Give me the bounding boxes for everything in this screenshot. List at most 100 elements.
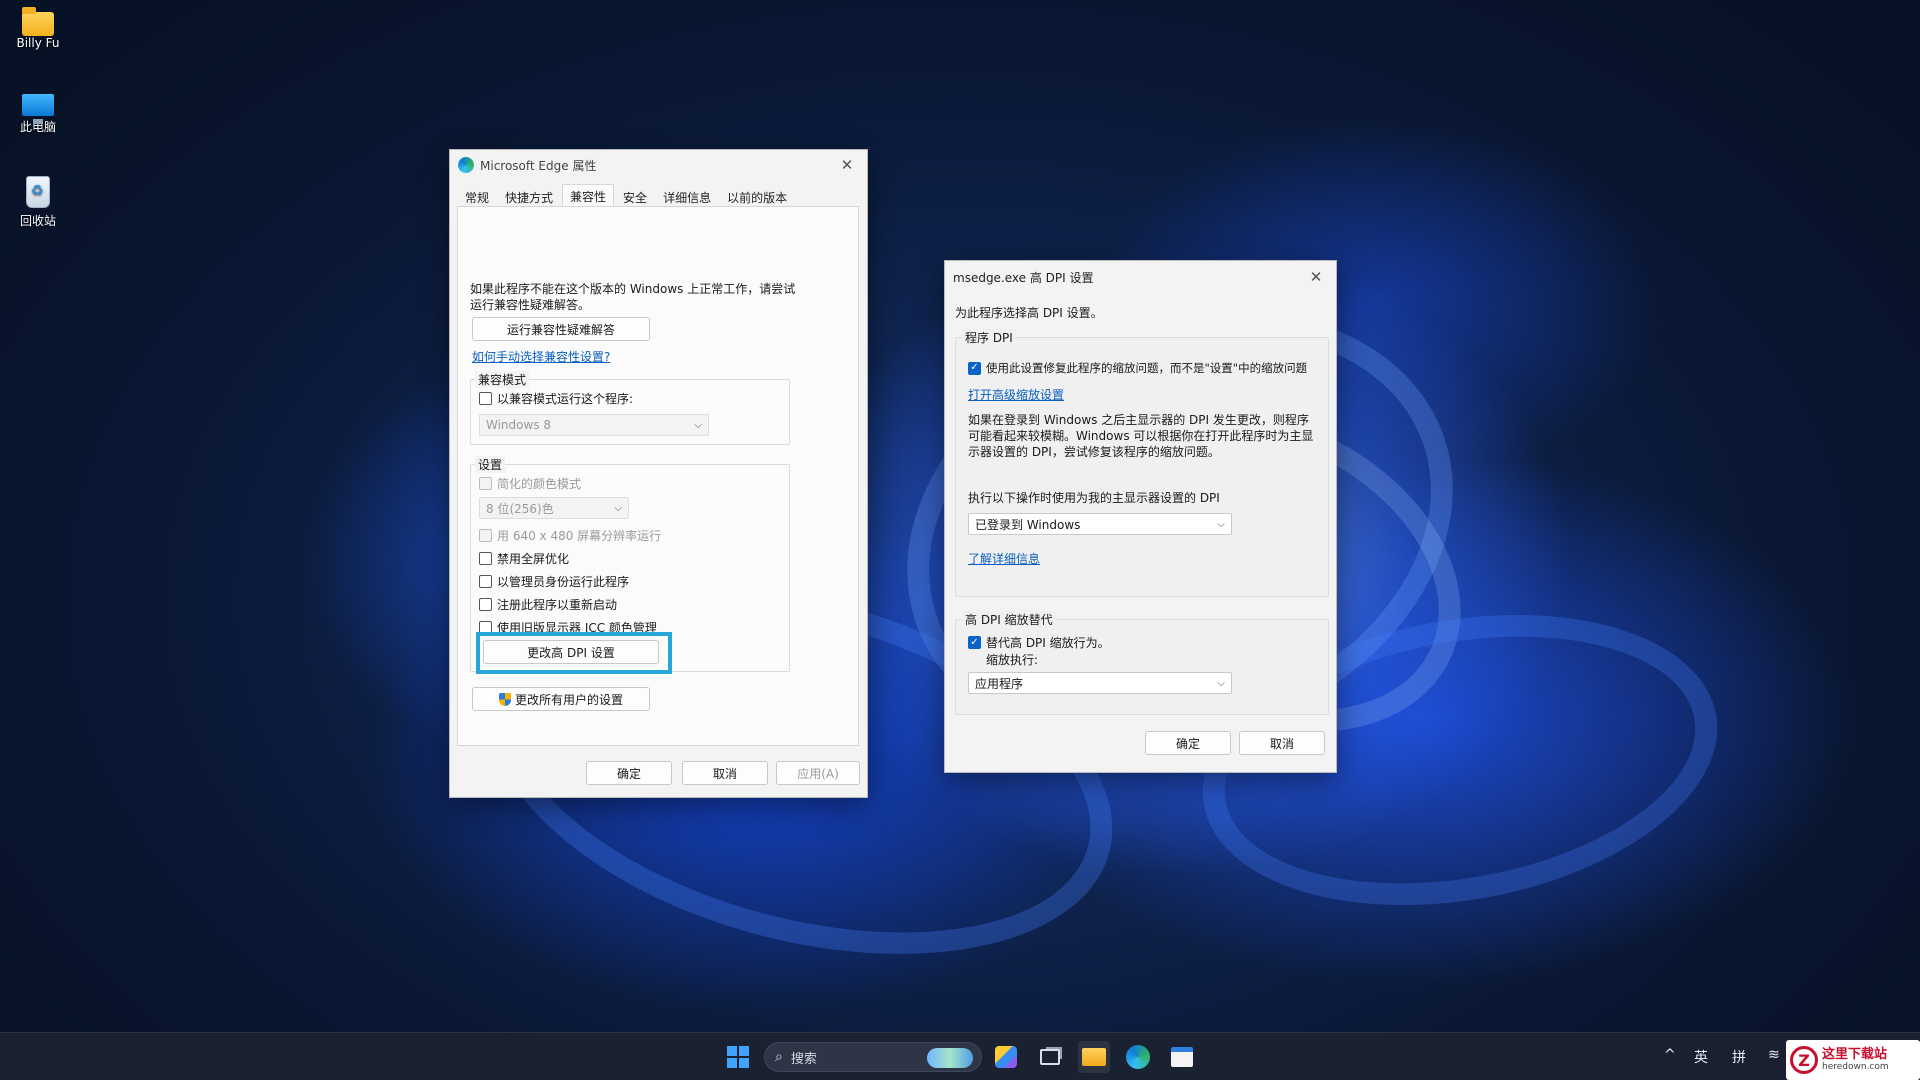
task-view-icon[interactable] (1034, 1041, 1066, 1073)
scaling-by-label: 缩放执行: (986, 653, 1039, 667)
edge-icon (458, 157, 474, 173)
checkbox-box[interactable]: ✓ (968, 636, 981, 649)
checkbox-label: 注册此程序以重新启动 (497, 598, 618, 612)
edge-icon (1126, 1045, 1150, 1069)
desktop-icon-label: 回收站 (19, 214, 56, 228)
search-highlight-icon (927, 1048, 973, 1068)
chevron-up-icon[interactable]: ^ (1664, 1047, 1676, 1063)
widgets-glyph (995, 1046, 1017, 1068)
when-select[interactable]: 已登录到 Windows ⌵ (968, 513, 1232, 535)
register-restart-checkbox[interactable]: 注册此程序以重新启动 (479, 596, 617, 613)
desktop-icon-billy-fu[interactable]: Billy Fu (8, 7, 68, 50)
folder-icon (22, 7, 54, 36)
learn-more-link[interactable]: 了解详细信息 (968, 550, 1040, 567)
window-title: Microsoft Edge 属性 (480, 158, 597, 173)
dpi-cancel-button[interactable]: 取消 (1239, 731, 1325, 755)
dpi-titlebar[interactable]: msedge.exe 高 DPI 设置 ✕ (945, 261, 1336, 293)
task-view-glyph (1040, 1049, 1060, 1065)
group-label: 兼容模式 (475, 371, 530, 388)
compat-mode-group: 兼容模式 以兼容模式运行这个程序: Windows 8 ⌵ (470, 371, 790, 445)
select-value: 已登录到 Windows (975, 517, 1081, 532)
chevron-down-icon: ⌵ (614, 502, 622, 514)
when-label: 执行以下操作时使用为我的主显示器设置的 DPI (968, 491, 1220, 505)
group-label: 程序 DPI (962, 329, 1016, 346)
dpi-intro-text: 为此程序选择高 DPI 设置。 (955, 306, 1103, 320)
watermark-text: 这里下载站 heredown.com (1822, 1047, 1889, 1073)
select-value: Windows 8 (486, 418, 552, 432)
close-icon[interactable]: ✕ (835, 154, 859, 176)
run-as-admin-checkbox[interactable]: 以管理员身份运行此程序 (479, 573, 629, 590)
button-label: 更改所有用户的设置 (514, 692, 623, 707)
wifi-icon[interactable]: ≋ (1768, 1047, 1780, 1063)
highlight-box (476, 632, 672, 674)
override-dpi-checkbox[interactable]: ✓ 替代高 DPI 缩放行为。 (968, 634, 1110, 651)
color-depth-select[interactable]: 8 位(256)色 ⌵ (479, 497, 629, 519)
tray-language[interactable]: 英 (1694, 1047, 1708, 1067)
watermark-cn: 这里下载站 (1822, 1047, 1888, 1062)
checkbox-label: 简化的颜色模式 (497, 477, 582, 491)
group-label: 设置 (475, 456, 506, 473)
checkbox-label: 以管理员身份运行此程序 (497, 575, 630, 589)
scaling-by-select[interactable]: 应用程序 ⌵ (968, 672, 1232, 694)
checkbox-box[interactable] (479, 575, 492, 588)
dpi-settings-window: msedge.exe 高 DPI 设置 ✕ 为此程序选择高 DPI 设置。 程序… (944, 260, 1337, 773)
select-value: 8 位(256)色 (486, 501, 554, 516)
dpi-description: 如果在登录到 Windows 之后主显示器的 DPI 发生更改，则程序可能看起来… (968, 413, 1314, 459)
widgets-icon[interactable] (990, 1041, 1022, 1073)
file-explorer-icon[interactable] (1078, 1041, 1110, 1073)
checkbox-box[interactable] (479, 529, 492, 542)
dpi-override-group: 高 DPI 缩放替代 ✓ 替代高 DPI 缩放行为。 缩放执行: 应用程序 ⌵ (955, 611, 1329, 715)
desktop-icon-this-pc[interactable]: 此电脑 (8, 92, 68, 135)
compat-os-select[interactable]: Windows 8 ⌵ (479, 414, 709, 436)
chevron-down-icon: ⌵ (1217, 518, 1225, 530)
close-icon[interactable]: ✕ (1304, 266, 1328, 288)
desktop-icon-label: Billy Fu (16, 36, 60, 50)
advanced-scaling-link[interactable]: 打开高级缩放设置 (968, 386, 1064, 403)
folder-icon (1082, 1048, 1106, 1066)
select-value: 应用程序 (975, 676, 1024, 691)
reduced-color-checkbox[interactable]: 简化的颜色模式 (479, 475, 581, 492)
watermark-en: heredown.com (1822, 1062, 1889, 1072)
desktop-icon-recycle-bin[interactable]: 回收站 (8, 176, 68, 229)
edge-taskbar-icon[interactable] (1122, 1041, 1154, 1073)
properties-titlebar[interactable]: Microsoft Edge 属性 ✕ (450, 150, 867, 180)
tray-ime[interactable]: 拼 (1732, 1047, 1746, 1067)
shield-icon (498, 692, 511, 706)
start-button[interactable] (722, 1041, 754, 1073)
checkbox-label: 禁用全屏优化 (497, 552, 570, 566)
chevron-down-icon: ⌵ (1217, 677, 1225, 689)
checkbox-box[interactable] (479, 552, 492, 565)
store-glyph (1171, 1047, 1193, 1067)
compat-mode-checkbox[interactable]: 以兼容模式运行这个程序: (479, 390, 633, 407)
checkbox-box[interactable] (479, 477, 492, 490)
ok-button[interactable]: 确定 (586, 761, 672, 785)
cancel-button[interactable]: 取消 (682, 761, 768, 785)
checkbox-label: 以兼容模式运行这个程序: (497, 392, 634, 406)
troubleshoot-button[interactable]: 运行兼容性疑难解答 (472, 317, 650, 341)
checkbox-box[interactable] (479, 392, 492, 405)
group-label: 高 DPI 缩放替代 (962, 611, 1056, 628)
windows-logo-icon (727, 1046, 749, 1068)
taskbar: ⌕ 搜索 ^ 英 拼 ≋ (0, 1032, 1920, 1080)
store-icon[interactable] (1166, 1041, 1198, 1073)
chevron-down-icon: ⌵ (694, 419, 702, 431)
search-placeholder: 搜索 (790, 1051, 817, 1067)
manual-compat-link[interactable]: 如何手动选择兼容性设置? (472, 348, 610, 365)
disable-fullscreen-opt-checkbox[interactable]: 禁用全屏优化 (479, 550, 569, 567)
intro-text: 如果此程序不能在这个版本的 Windows 上正常工作，请尝试运行兼容性疑难解答… (470, 282, 796, 312)
window-title: msedge.exe 高 DPI 设置 (953, 270, 1094, 285)
program-dpi-checkbox[interactable]: ✓ 使用此设置修复此程序的缩放问题，而不是"设置"中的缩放问题 (968, 360, 1324, 376)
checkbox-box[interactable]: ✓ (968, 361, 981, 375)
apply-button[interactable]: 应用(A) (776, 761, 860, 785)
program-dpi-group: 程序 DPI ✓ 使用此设置修复此程序的缩放问题，而不是"设置"中的缩放问题 打… (955, 329, 1329, 597)
checkbox-label: 用 640 x 480 屏幕分辨率运行 (497, 529, 662, 543)
checkbox-box[interactable] (479, 598, 492, 611)
resolution-640-checkbox[interactable]: 用 640 x 480 屏幕分辨率运行 (479, 527, 661, 544)
taskbar-search[interactable]: ⌕ 搜索 (764, 1042, 982, 1072)
change-all-users-button[interactable]: 更改所有用户的设置 (472, 687, 650, 711)
dpi-ok-button[interactable]: 确定 (1145, 731, 1231, 755)
computer-icon (22, 94, 54, 124)
checkbox-label: 使用此设置修复此程序的缩放问题，而不是"设置"中的缩放问题 (986, 361, 1308, 375)
compatibility-panel: 如果此程序不能在这个版本的 Windows 上正常工作，请尝试运行兼容性疑难解答… (457, 206, 859, 746)
tab-compatibility[interactable]: 兼容性 (562, 184, 615, 208)
